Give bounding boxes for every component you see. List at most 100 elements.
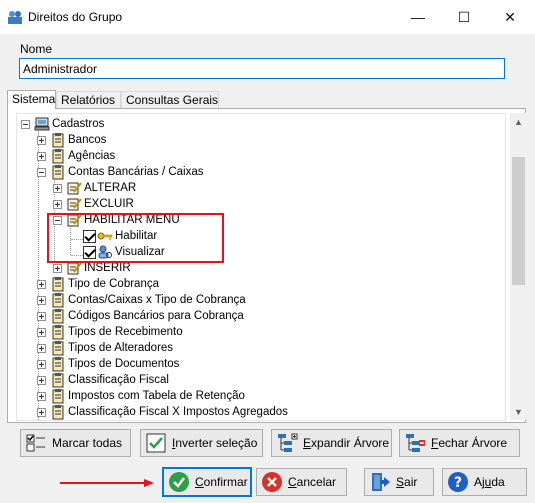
tree-node-excluir[interactable]: EXCLUIR: [53, 196, 134, 212]
tree-node-label: Tipos de Documentos: [68, 358, 180, 370]
tree-node-label: Classificação Fiscal: [68, 374, 169, 386]
scroll-thumb[interactable]: [512, 157, 525, 285]
minimize-button[interactable]: —: [395, 0, 441, 34]
tree-node-contas-bancarias[interactable]: Contas Bancárias / Caixas: [37, 164, 204, 180]
checklist-icon: [26, 434, 45, 452]
expandir-arvore-label: Expandir Árvore: [303, 436, 390, 450]
nome-input[interactable]: [19, 58, 505, 79]
tab-sistema-label: Sistema: [12, 92, 56, 106]
clipboard-icon: [52, 325, 64, 340]
tree-node-label: Contas Bancárias / Caixas: [68, 166, 204, 178]
tree-node-label: Tipo de Cobrança: [68, 278, 159, 290]
tree-node-label: Tipos de Alteradores: [68, 342, 174, 354]
expand-icon[interactable]: [37, 391, 46, 401]
maximize-button[interactable]: ☐: [441, 0, 487, 34]
clipboard-icon: [52, 341, 64, 356]
title-bar[interactable]: Direitos do Grupo — ☐ ✕: [0, 0, 535, 34]
tree-node-label: ALTERAR: [84, 182, 137, 194]
tab-sistema[interactable]: Sistema: [7, 90, 56, 109]
checkbox-icon: [146, 433, 166, 453]
fechar-arvore-label: Fechar Árvore: [431, 436, 508, 450]
tree-node-label: Cadastros: [52, 118, 105, 130]
expand-icon[interactable]: [37, 359, 46, 369]
collapse-icon[interactable]: [21, 119, 30, 129]
confirmar-button[interactable]: Confirmar: [162, 467, 252, 497]
clipboard-icon: [52, 133, 64, 148]
expand-icon[interactable]: [37, 295, 46, 305]
window-title: Direitos do Grupo: [28, 10, 123, 24]
tree-node-label: Contas/Caixas x Tipo de Cobrança: [68, 294, 246, 306]
clipboard-icon: [52, 389, 64, 404]
expand-icon[interactable]: [53, 263, 62, 273]
expand-icon[interactable]: [37, 375, 46, 385]
clipboard-icon: [52, 405, 64, 420]
expandir-arvore-button[interactable]: Expandir Árvore: [271, 429, 392, 457]
marcar-todas-button[interactable]: Marcar todas: [20, 429, 131, 457]
ajuda-button[interactable]: ? Ajuda: [442, 468, 527, 496]
highlight-annotation-box: [47, 213, 224, 263]
scroll-down-icon[interactable]: ▼: [510, 403, 527, 420]
expand-icon[interactable]: [37, 279, 46, 289]
clipboard-icon: [52, 277, 64, 292]
clipboard-icon: [52, 165, 64, 180]
scroll-up-icon[interactable]: ▲: [510, 113, 527, 130]
sair-button[interactable]: Sair: [364, 468, 434, 496]
clipboard-icon: [52, 293, 64, 308]
tree-node-classificacao-fiscal-impostos[interactable]: Classificação Fiscal X Impostos Agregado…: [37, 404, 288, 420]
tree-node-classificacao-fiscal[interactable]: Classificação Fiscal: [37, 372, 169, 388]
expand-icon[interactable]: [37, 327, 46, 337]
expand-icon[interactable]: [37, 311, 46, 321]
tree-node-label: Impostos com Tabela de Retenção: [68, 390, 245, 402]
tab-relatorios[interactable]: Relatórios: [56, 91, 121, 108]
cancel-x-icon: [262, 472, 282, 492]
cancelar-label: Cancelar: [288, 475, 337, 489]
expand-icon[interactable]: [37, 343, 46, 353]
ajuda-label: Ajuda: [474, 475, 505, 489]
help-icon: ?: [448, 472, 468, 492]
tree-node-label: Classificação Fiscal X Impostos Agregado…: [68, 406, 288, 418]
tree-node-impostos-tabela-retencao[interactable]: Impostos com Tabela de Retenção: [37, 388, 245, 404]
tree-node-tipo-de-cobranca[interactable]: Tipo de Cobrança: [37, 276, 159, 292]
expand-icon[interactable]: [53, 183, 62, 193]
tree-node-label: Códigos Bancários para Cobrança: [68, 310, 244, 322]
computer-icon: [34, 117, 50, 131]
inverter-selecao-button[interactable]: Inverter seleção: [140, 429, 263, 457]
tree-node-alterar[interactable]: ALTERAR: [53, 180, 136, 196]
marcar-todas-label: Marcar todas: [52, 436, 123, 450]
tree-node-contas-caixas-tipo-cobranca[interactable]: Contas/Caixas x Tipo de Cobrança: [37, 292, 246, 308]
permissions-tree[interactable]: Cadastros Bancos Agências Contas Bancári…: [16, 113, 506, 421]
expand-icon[interactable]: [37, 135, 46, 145]
tree-node-tipos-de-documentos[interactable]: Tipos de Documentos: [37, 356, 179, 372]
permissions-tree-panel: Cadastros Bancos Agências Contas Bancári…: [7, 108, 526, 423]
red-arrow-annotation-icon: [60, 479, 154, 487]
maximize-icon: ☐: [457, 8, 471, 25]
tree-node-cadastros[interactable]: Cadastros: [21, 116, 104, 132]
collapse-icon[interactable]: [37, 167, 46, 177]
exit-door-icon: [372, 473, 390, 491]
expand-icon[interactable]: [37, 407, 46, 417]
clipboard-icon: [52, 309, 64, 324]
tree-node-label: Tipos de Recebimento: [68, 326, 183, 338]
tree-vertical-scrollbar[interactable]: ▲ ▼: [510, 113, 527, 420]
collapse-tree-icon: [406, 434, 425, 452]
fechar-arvore-button[interactable]: Fechar Árvore: [399, 429, 520, 457]
tab-consultas-gerais[interactable]: Consultas Gerais: [121, 91, 219, 108]
expand-icon[interactable]: [37, 151, 46, 161]
tree-node-label: Bancos: [68, 134, 107, 146]
clipboard-icon: [52, 357, 64, 372]
svg-text:?: ?: [454, 475, 462, 491]
tree-node-codigos-bancarios[interactable]: Códigos Bancários para Cobrança: [37, 308, 244, 324]
group-rights-app-icon: [8, 11, 22, 24]
nome-label: Nome: [20, 42, 53, 56]
tree-node-bancos[interactable]: Bancos: [37, 132, 106, 148]
close-button[interactable]: ✕: [487, 0, 533, 34]
tree-node-agencias[interactable]: Agências: [37, 148, 115, 164]
confirmar-label: Confirmar: [195, 475, 248, 489]
close-icon: ✕: [504, 8, 516, 25]
tree-node-tipos-de-recebimento[interactable]: Tipos de Recebimento: [37, 324, 183, 340]
tree-node-label: Agências: [68, 150, 116, 162]
clipboard-icon: [52, 149, 64, 164]
cancelar-button[interactable]: Cancelar: [256, 468, 347, 496]
tree-node-tipos-de-alteradores[interactable]: Tipos de Alteradores: [37, 340, 173, 356]
expand-icon[interactable]: [53, 199, 62, 209]
